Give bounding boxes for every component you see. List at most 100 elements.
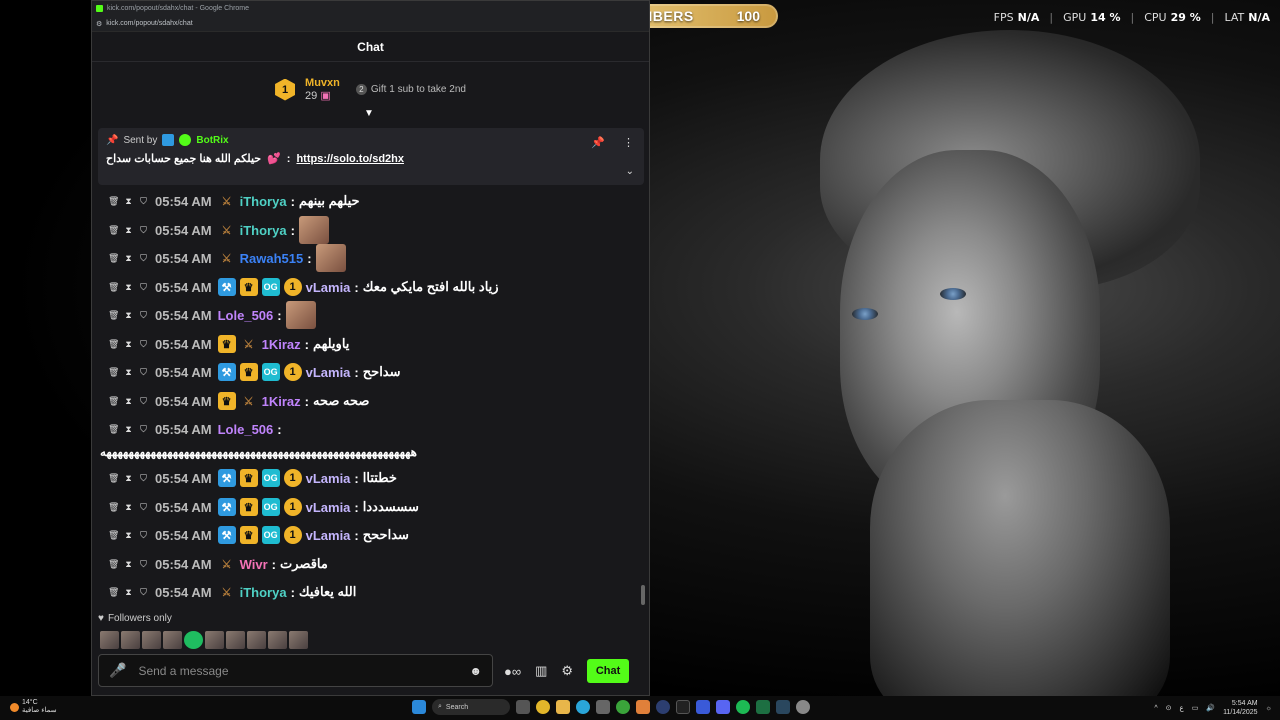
delete-icon[interactable]: 🗑	[108, 253, 119, 264]
spotify-icon[interactable]	[736, 700, 750, 714]
timeout-icon[interactable]: ⧗	[123, 559, 134, 570]
file-explorer-icon[interactable]	[556, 700, 570, 714]
message-input[interactable]: Send a message	[138, 664, 228, 678]
ban-icon[interactable]: ⛉	[138, 196, 149, 207]
steam-icon[interactable]	[776, 700, 790, 714]
tray-overflow-icon[interactable]: ^	[1154, 705, 1157, 712]
ban-icon[interactable]: ⛉	[138, 282, 149, 293]
app-icon[interactable]	[696, 700, 710, 714]
message-username[interactable]: Rawah515	[240, 251, 304, 266]
app-icon[interactable]	[636, 700, 650, 714]
delete-icon[interactable]: 🗑	[108, 424, 119, 435]
delete-icon[interactable]: 🗑	[108, 282, 119, 293]
timeout-icon[interactable]: ⧗	[123, 339, 134, 350]
delete-icon[interactable]: 🗑	[108, 587, 119, 598]
avatar[interactable]	[268, 631, 287, 649]
message-username[interactable]: vLamia	[306, 471, 351, 486]
volume-icon[interactable]: 🔊	[1206, 704, 1215, 712]
ban-icon[interactable]: ⛉	[138, 473, 149, 484]
chat-message[interactable]: 🗑 ⧗ ⛉ 05:54 AM ⚒ ♛ OG 1 vLamia: سداححح	[108, 524, 409, 546]
expand-pinned-icon[interactable]: ⌄	[626, 166, 634, 177]
emoji-picker-icon[interactable]: ☻	[469, 664, 482, 678]
weather-widget[interactable]: 14°C سماء صافية	[10, 699, 57, 715]
collapse-leaderboard-icon[interactable]: ▼	[364, 108, 374, 119]
ban-icon[interactable]: ⛉	[138, 310, 149, 321]
chat-message[interactable]: 🗑 ⧗ ⛉ 05:54 AM ⚒ ♛ OG 1 vLamia: سداحح	[108, 361, 401, 383]
more-options-icon[interactable]: ⋮	[623, 136, 634, 149]
taskbar-search[interactable]: ⌕ Search	[432, 699, 510, 715]
chat-message[interactable]: 🗑 ⧗ ⛉ 05:54 AM ⚔ Rawah515:	[108, 244, 346, 272]
chat-message[interactable]: 🗑 ⧗ ⛉ 05:54 AM ⚒ ♛ OG 1 vLamia: زياد بالله افتح م…	[108, 276, 499, 298]
avatar[interactable]	[100, 631, 119, 649]
message-composer[interactable]: 🎤 Send a message ☻	[98, 654, 493, 687]
timeout-icon[interactable]: ⧗	[123, 367, 134, 378]
store-icon[interactable]: ▥	[535, 663, 547, 679]
delete-icon[interactable]: 🗑	[108, 502, 119, 513]
ban-icon[interactable]: ⛉	[138, 587, 149, 598]
chat-message-list[interactable]: 🗑 ⧗ ⛉ 05:54 AM ⚔ iThorya: حيلهم بينهم 🗑 ⧗ ⛉ 05:54 …	[92, 187, 643, 607]
avatar[interactable]	[142, 631, 161, 649]
xbox-icon[interactable]	[616, 700, 630, 714]
discord-icon[interactable]	[716, 700, 730, 714]
timeout-icon[interactable]: ⧗	[123, 530, 134, 541]
timeout-icon[interactable]: ⧗	[123, 310, 134, 321]
message-username[interactable]: vLamia	[306, 280, 351, 295]
chat-message[interactable]: 🗑 ⧗ ⛉ 05:54 AM Lole_506:	[108, 418, 282, 440]
message-username[interactable]: vLamia	[306, 500, 351, 515]
timeout-icon[interactable]: ⧗	[123, 253, 134, 264]
ban-icon[interactable]: ⛉	[138, 396, 149, 407]
chat-message[interactable]: 🗑 ⧗ ⛉ 05:54 AM ⚔ iThorya:	[108, 216, 329, 244]
ban-icon[interactable]: ⛉	[138, 367, 149, 378]
message-username[interactable]: iThorya	[240, 194, 287, 209]
notifications-icon[interactable]: ☼	[1266, 705, 1272, 712]
delete-icon[interactable]: 🗑	[108, 559, 119, 570]
message-username[interactable]: Wivr	[240, 557, 268, 572]
delete-icon[interactable]: 🗑	[108, 225, 119, 236]
delete-icon[interactable]: 🗑	[108, 196, 119, 207]
chat-message[interactable]: 🗑 ⧗ ⛉ 05:54 AM ♛ ⚔ 1Kiraz: صحه صحه	[108, 390, 369, 412]
app-icon[interactable]	[656, 700, 670, 714]
timeout-icon[interactable]: ⧗	[123, 282, 134, 293]
timeout-icon[interactable]: ⧗	[123, 587, 134, 598]
app-icon[interactable]	[796, 700, 810, 714]
task-view-icon[interactable]	[516, 700, 530, 714]
chrome-icon[interactable]	[536, 700, 550, 714]
chat-message[interactable]: 🗑 ⧗ ⛉ 05:54 AM ♛ ⚔ 1Kiraz: ياويلهم	[108, 333, 349, 355]
chat-message[interactable]: 🗑 ⧗ ⛉ 05:54 AM ⚔ iThorya: حيلهم بينهم	[108, 190, 360, 212]
chat-scrollbar[interactable]	[641, 585, 645, 605]
timeout-icon[interactable]: ⧗	[123, 473, 134, 484]
delete-icon[interactable]: 🗑	[108, 367, 119, 378]
message-username[interactable]: iThorya	[240, 585, 287, 600]
timeout-icon[interactable]: ⧗	[123, 196, 134, 207]
avatar[interactable]	[205, 631, 224, 649]
ban-icon[interactable]: ⛉	[138, 339, 149, 350]
timeout-icon[interactable]: ⧗	[123, 225, 134, 236]
pinned-link[interactable]: https://solo.to/sd2hx	[296, 153, 404, 165]
kicks-icon[interactable]: ●∞	[504, 664, 521, 679]
ban-icon[interactable]: ⛉	[138, 225, 149, 236]
delete-icon[interactable]: 🗑	[108, 310, 119, 321]
windows-start-icon[interactable]	[412, 700, 426, 714]
chat-message[interactable]: 🗑 ⧗ ⛉ 05:54 AM ⚔ iThorya: الله يعافيك	[108, 581, 356, 603]
window-titlebar[interactable]: kick.com/popout/sdahx/chat - Google Chro…	[92, 1, 649, 16]
chat-message[interactable]: 🗑 ⧗ ⛉ 05:54 AM ⚒ ♛ OG 1 vLamia: سسسدددا	[108, 496, 419, 518]
avatar[interactable]	[289, 631, 308, 649]
delete-icon[interactable]: 🗑	[108, 339, 119, 350]
language-icon[interactable]: ع	[1180, 704, 1184, 712]
ban-icon[interactable]: ⛉	[138, 502, 149, 513]
send-chat-button[interactable]: Chat	[587, 659, 630, 683]
store-app-icon[interactable]	[596, 700, 610, 714]
microphone-icon[interactable]: 🎤	[109, 662, 126, 679]
timeout-icon[interactable]: ⧗	[123, 396, 134, 407]
leaderboard-user[interactable]: Muvxn 29 ▣	[305, 77, 340, 102]
message-username[interactable]: iThorya	[240, 223, 287, 238]
delete-icon[interactable]: 🗑	[108, 396, 119, 407]
site-info-icon[interactable]: ⚙	[96, 20, 102, 28]
ban-icon[interactable]: ⛉	[138, 559, 149, 570]
edge-icon[interactable]	[576, 700, 590, 714]
message-username[interactable]: Lole_506	[218, 308, 274, 323]
unpin-icon[interactable]: 📌	[591, 136, 605, 149]
avatar[interactable]	[163, 631, 182, 649]
x-app-icon[interactable]	[676, 700, 690, 714]
avatar[interactable]	[226, 631, 245, 649]
